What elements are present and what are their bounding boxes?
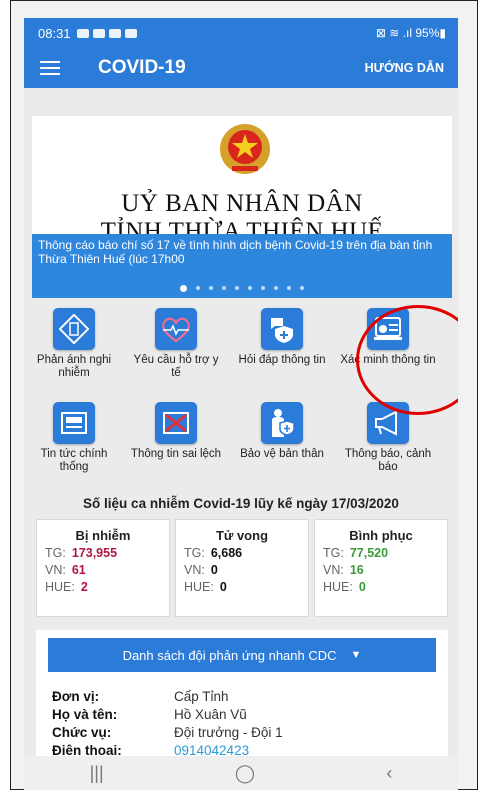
cdc-dropdown-label: Danh sách đội phản ứng nhanh CDC [122,647,337,663]
menu-icon[interactable] [40,61,60,75]
chevron-down-icon: ▼ [350,649,362,661]
stat-value: 173,955 [71,546,118,560]
stat-card-infected: Bị nhiễm TG: 173,955 VN: 61 HUE: 2 [36,519,170,617]
app-title: COVID-19 [98,57,186,78]
stat-row-vietnam: VN: 0 [184,563,218,577]
newspaper-icon [53,402,95,444]
message-icon [124,28,137,38]
stat-card-title: Bị nhiễm [75,528,131,543]
app-bar: COVID-19 HƯỚNG DẪN [24,48,458,88]
tile-label: Thông tin sai lệch [130,448,222,460]
tile-report-suspected[interactable]: Phản ánh nghi nhiễm [26,308,122,380]
clipboard-icon [53,308,95,350]
status-time: 08:31 [38,25,71,41]
stat-row-vietnam: VN: 61 [45,563,86,577]
stat-card-title: Bình phục [349,528,413,543]
stat-row-hue: HUE: 0 [323,580,366,594]
stat-row-world: TG: 77,520 [323,546,389,560]
home-button[interactable]: ◯ [235,763,255,784]
national-emblem-icon [220,124,270,174]
banner-caption[interactable]: Thông cáo báo chí số 17 về tình hình dịc… [32,234,452,298]
carousel-dot[interactable] [248,286,252,290]
tile-self-protection[interactable]: Bảo vệ bản thân [234,402,330,461]
status-right-icons: ⊠ ≋ .ıl 95%▮ [375,26,446,40]
stat-row-hue: HUE: 2 [45,580,88,594]
heart-sos-icon [155,308,197,350]
stat-row-world: TG: 173,955 [45,546,118,560]
tile-label: Tin tức chính thống [40,448,108,473]
tile-label: Bảo vệ bản thân [240,448,324,460]
message-icon [92,28,105,38]
stat-value: 77,520 [349,546,389,560]
message-icon [76,28,89,38]
banner-caption-text: Thông cáo báo chí số 17 về tình hình dịc… [38,238,433,266]
stat-card-title: Tử vong [215,528,269,543]
carousel-dots[interactable] [32,285,452,292]
carousel-dot[interactable] [196,286,200,290]
tile-medical-support[interactable]: Yêu cầu hỗ trợ y tế [128,308,224,380]
stat-value: 0 [358,580,366,594]
status-bar: 08:31 ⊠ ≋ .ıl 95%▮ [24,18,458,48]
stat-card-recovered: Bình phục TG: 77,520 VN: 16 HUE: 0 [314,519,448,617]
notification-icons [76,28,137,38]
person-shield-icon [261,402,303,444]
tile-label: Thông báo, cảnh báo [344,448,432,473]
carousel-dot[interactable] [300,286,304,290]
stat-value: 0 [219,580,227,594]
stat-value: 0 [210,563,218,577]
stat-card-deaths: Tử vong TG: 6,686 VN: 0 HUE: 0 [175,519,309,617]
back-button[interactable]: ‹ [386,763,392,784]
carousel-dot[interactable] [274,286,278,290]
news-banner[interactable]: UỶ BAN NHÂN DÂN TỈNH THỪA THIÊN HUẾ Thôn… [32,116,452,298]
carousel-dot[interactable] [235,286,239,290]
cdc-team-dropdown[interactable]: Danh sách đội phản ứng nhanh CDC ▼ [48,638,436,672]
stat-value: 61 [71,563,86,577]
carousel-dot[interactable] [261,286,265,290]
carousel-dot[interactable] [180,285,187,292]
banner-heading-line1: UỶ BAN NHÂN DÂN [121,190,363,217]
system-nav-bar: ||| ◯ ‹ [24,756,458,790]
tile-official-news[interactable]: Tin tức chính thống [26,402,122,474]
carousel-dot[interactable] [222,286,226,290]
phone-screen: 08:31 ⊠ ≋ .ıl 95%▮ COVID-19 HƯỚNG DẪN UỶ… [24,18,458,790]
stat-row-vietnam: VN: 16 [323,563,364,577]
tile-misinformation[interactable]: Thông tin sai lệch [128,402,224,461]
stat-value: 16 [349,563,364,577]
guide-button[interactable]: HƯỚNG DẪN [365,61,444,75]
chat-shield-icon [261,308,303,350]
stat-value: 2 [80,580,88,594]
message-icon [108,28,121,38]
tile-qa[interactable]: Hỏi đáp thông tin [234,308,330,367]
tile-label: Phản ánh nghi nhiễm [36,354,112,379]
tile-label: Hỏi đáp thông tin [238,354,326,366]
stat-row-hue: HUE: 0 [184,580,227,594]
carousel-dot[interactable] [209,286,213,290]
recents-button[interactable]: ||| [90,763,104,784]
stat-value: 6,686 [210,546,243,560]
tile-label: Yêu cầu hỗ trợ y tế [133,354,219,379]
stat-row-world: TG: 6,686 [184,546,243,560]
stats-title: Số liệu ca nhiễm Covid-19 lũy kế ngày 17… [83,496,399,511]
carousel-dot[interactable] [287,286,291,290]
crossed-document-icon [155,402,197,444]
